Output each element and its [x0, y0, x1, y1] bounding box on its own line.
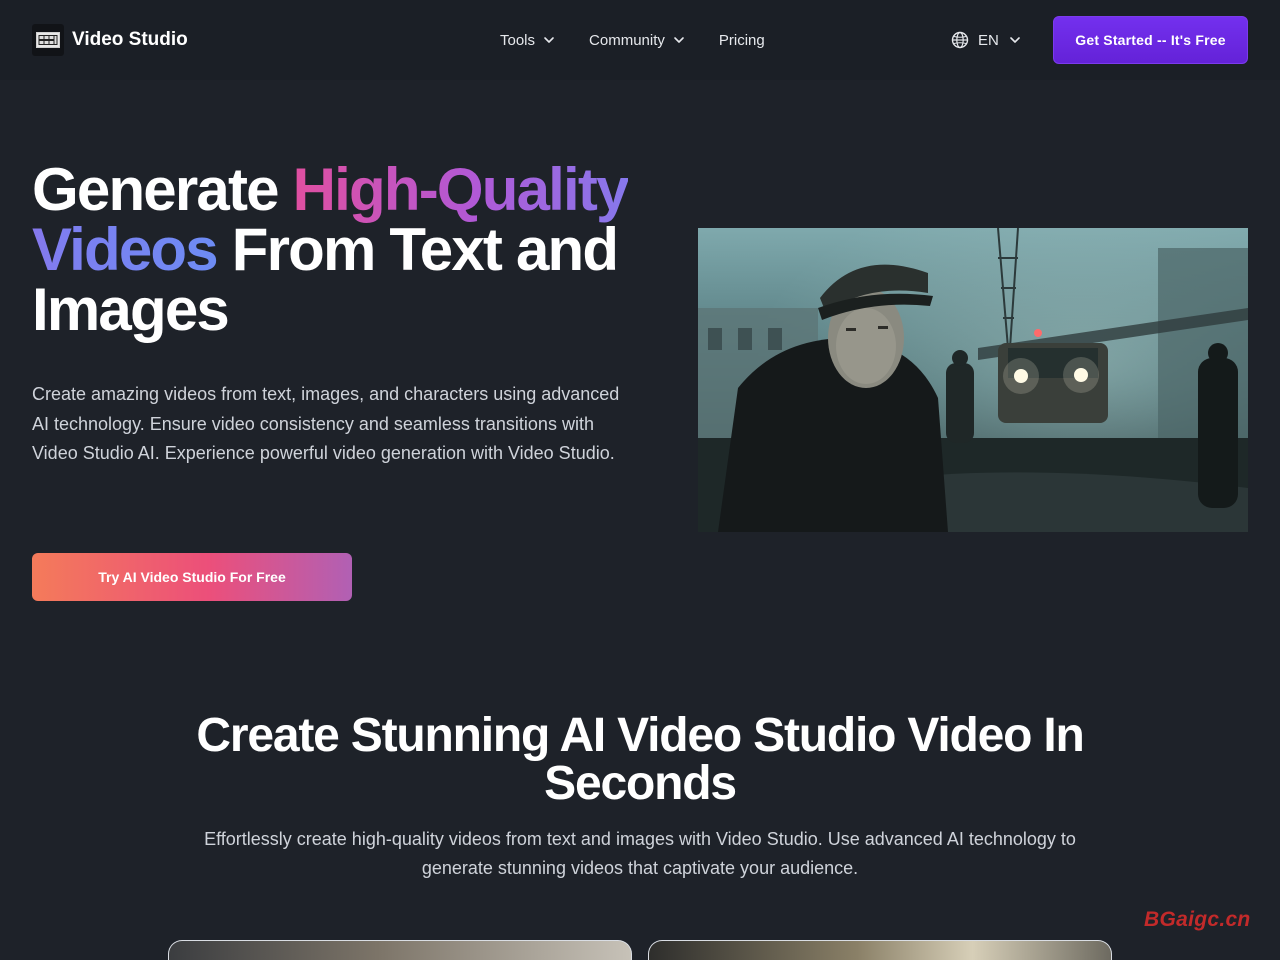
nav-item-community[interactable]: Community: [589, 32, 685, 49]
brand-name: Video Studio: [72, 29, 188, 50]
try-free-button[interactable]: Try AI Video Studio For Free: [32, 553, 352, 601]
nav-item-pricing[interactable]: Pricing: [719, 32, 765, 49]
video-card[interactable]: [648, 940, 1112, 960]
section-title: Create Stunning AI Video Studio Video In…: [196, 709, 1084, 810]
chevron-down-icon: [544, 37, 554, 43]
film-logo-icon: [32, 24, 64, 56]
language-label: EN: [978, 31, 999, 49]
chevron-down-icon: [674, 37, 684, 43]
nav-item-label: Tools: [500, 31, 536, 49]
nav-item-tools[interactable]: Tools: [500, 32, 555, 49]
chevron-down-icon: [1010, 37, 1020, 43]
nav-item-label: Community: [589, 31, 665, 49]
brand[interactable]: Video Studio: [32, 24, 188, 56]
get-started-button[interactable]: Get Started -- It's Free: [1053, 16, 1248, 64]
site-header: Video Studio Tools Community Pricing EN …: [0, 0, 1280, 80]
language-selector[interactable]: EN: [951, 28, 1021, 52]
watermark: BGaigc.cn: [1144, 908, 1251, 931]
nav-item-label: Pricing: [718, 31, 765, 49]
hero-title-part1: Generate: [32, 156, 293, 223]
section-description: Effortlessly create high-quality videos …: [204, 829, 1076, 878]
hero-description: Create amazing videos from text, images,…: [32, 384, 620, 463]
main-nav: Tools Community Pricing: [500, 28, 799, 52]
hero-scene-image: [698, 228, 1248, 532]
globe-icon: [951, 31, 969, 49]
hero-title: Generate High-Quality Videos From Text a…: [32, 160, 672, 340]
video-card[interactable]: [168, 940, 632, 960]
hero-video-thumbnail[interactable]: [698, 228, 1248, 532]
